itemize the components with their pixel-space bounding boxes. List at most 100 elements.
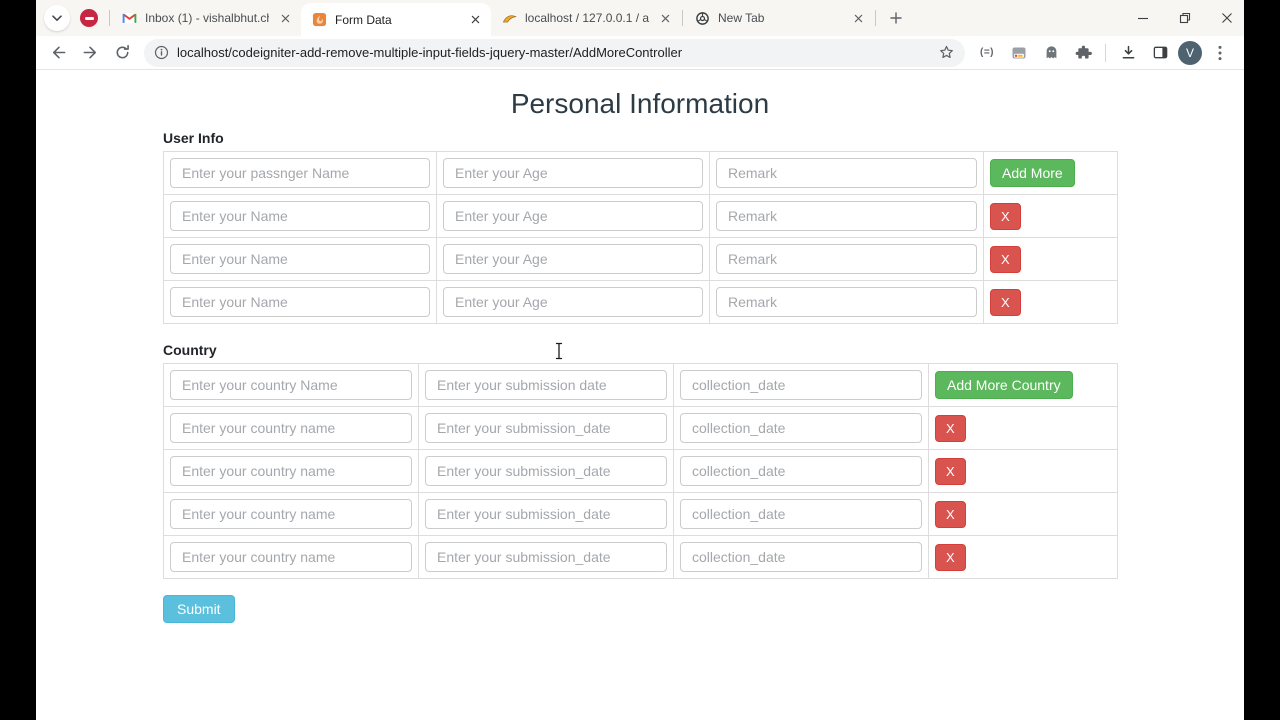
tab-close-icon[interactable] <box>850 10 866 26</box>
profile-avatar[interactable]: V <box>1178 40 1202 65</box>
minimize-icon[interactable] <box>1136 11 1150 25</box>
remove-country-row-button[interactable]: X <box>935 543 966 571</box>
site-info-icon[interactable] <box>154 45 169 60</box>
tab-strip: Inbox (1) - vishalbhut.champion Form Dat… <box>36 0 1244 36</box>
tab-label: Inbox (1) - vishalbhut.champion <box>145 11 269 25</box>
country-name-input[interactable] <box>170 413 412 443</box>
remove-country-row-button[interactable]: X <box>935 457 966 485</box>
remove-country-row-button[interactable]: X <box>935 414 966 442</box>
table-row: Add More <box>163 151 1118 195</box>
browser-window: Inbox (1) - vishalbhut.champion Form Dat… <box>36 0 1244 720</box>
text-cursor-pointer <box>554 342 564 360</box>
table-row: X <box>163 492 1118 536</box>
country-name-input[interactable] <box>170 370 412 400</box>
age-input[interactable] <box>443 158 703 188</box>
collection-date-input[interactable] <box>680 456 922 486</box>
remark-input[interactable] <box>716 201 977 231</box>
phpmyadmin-icon <box>501 10 517 26</box>
age-input[interactable] <box>443 287 703 317</box>
remove-country-row-button[interactable]: X <box>935 500 966 528</box>
remove-row-button[interactable]: X <box>990 245 1021 273</box>
window-controls <box>1136 0 1234 36</box>
url-text[interactable]: localhost/codeigniter-add-remove-multipl… <box>177 45 938 60</box>
tab-form-data[interactable]: Form Data <box>301 3 491 36</box>
menu-kebab-icon[interactable] <box>1206 39 1234 67</box>
remove-row-button[interactable]: X <box>990 202 1021 230</box>
forward-button[interactable] <box>76 39 104 67</box>
passenger-name-input[interactable] <box>170 201 430 231</box>
ghostery-icon[interactable] <box>1037 39 1065 67</box>
age-input[interactable] <box>443 244 703 274</box>
close-icon[interactable] <box>1220 11 1234 25</box>
collection-date-input[interactable] <box>680 499 922 529</box>
submission-date-input[interactable] <box>425 499 667 529</box>
bookmark-star-icon[interactable] <box>938 44 955 61</box>
screenshot-extension-icon[interactable] <box>1005 39 1033 67</box>
submission-date-input[interactable] <box>425 456 667 486</box>
passenger-name-input[interactable] <box>170 287 430 317</box>
user-info-table: Add More X X <box>163 151 1118 324</box>
add-more-button[interactable]: Add More <box>990 159 1075 187</box>
country-label: Country <box>163 342 217 358</box>
tab-separator <box>109 10 110 26</box>
extensions-puzzle-icon[interactable] <box>1069 39 1097 67</box>
country-name-input[interactable] <box>170 542 412 572</box>
page-content: Personal Information User Info Add More <box>36 70 1244 720</box>
browser-toolbar: localhost/codeigniter-add-remove-multipl… <box>36 36 1244 70</box>
tab-inbox[interactable]: Inbox (1) - vishalbhut.champion <box>111 1 301 35</box>
country-table: Add More Country X X <box>163 363 1118 579</box>
collection-date-input[interactable] <box>680 542 922 572</box>
tab-close-icon[interactable] <box>277 10 293 26</box>
collection-date-input[interactable] <box>680 413 922 443</box>
table-row: X <box>163 406 1118 450</box>
remark-input[interactable] <box>716 244 977 274</box>
remove-row-button[interactable]: X <box>990 288 1021 316</box>
back-button[interactable] <box>44 39 72 67</box>
passenger-name-input[interactable] <box>170 158 430 188</box>
tab-close-icon[interactable] <box>467 12 483 28</box>
collection-date-input[interactable] <box>680 370 922 400</box>
table-row: X <box>163 449 1118 493</box>
tab-phpmyadmin[interactable]: localhost / 127.0.0.1 / add_more <box>491 1 681 35</box>
reader-badge[interactable]: (=) <box>973 39 1001 67</box>
country-name-input[interactable] <box>170 499 412 529</box>
form-container: User Info Add More X <box>163 130 1118 623</box>
tab-close-icon[interactable] <box>657 10 673 26</box>
remark-input[interactable] <box>716 158 977 188</box>
submit-button[interactable]: Submit <box>163 595 235 623</box>
table-row: X <box>163 280 1118 324</box>
codeigniter-icon <box>311 12 327 28</box>
tab-label: New Tab <box>718 11 765 25</box>
passenger-name-input[interactable] <box>170 244 430 274</box>
reload-icon <box>114 44 131 61</box>
tab-separator <box>875 10 876 26</box>
gmail-icon <box>121 10 137 26</box>
user-info-label: User Info <box>163 130 224 146</box>
country-name-input[interactable] <box>170 456 412 486</box>
pinned-tab[interactable] <box>80 9 98 27</box>
add-more-country-button[interactable]: Add More Country <box>935 371 1073 399</box>
table-row: X <box>163 194 1118 238</box>
chevron-down-icon <box>52 14 62 22</box>
page-title: Personal Information <box>510 88 770 119</box>
table-row: X <box>163 237 1118 281</box>
red-circle-icon <box>84 16 94 20</box>
desktop: Inbox (1) - vishalbhut.champion Form Dat… <box>0 0 1280 720</box>
reload-button[interactable] <box>108 39 136 67</box>
address-bar[interactable]: localhost/codeigniter-add-remove-multipl… <box>144 38 965 67</box>
tab-search-button[interactable] <box>44 5 70 31</box>
side-panel-icon[interactable] <box>1146 39 1174 67</box>
new-tab-button[interactable] <box>883 5 909 31</box>
plus-icon <box>890 12 902 24</box>
age-input[interactable] <box>443 201 703 231</box>
submission-date-input[interactable] <box>425 413 667 443</box>
submission-date-input[interactable] <box>425 542 667 572</box>
tab-label: Form Data <box>335 12 392 27</box>
table-row: Add More Country <box>163 363 1118 407</box>
chrome-icon <box>694 10 710 26</box>
download-icon[interactable] <box>1114 39 1142 67</box>
restore-icon[interactable] <box>1178 11 1192 25</box>
remark-input[interactable] <box>716 287 977 317</box>
tab-new-tab[interactable]: New Tab <box>684 1 874 35</box>
submission-date-input[interactable] <box>425 370 667 400</box>
